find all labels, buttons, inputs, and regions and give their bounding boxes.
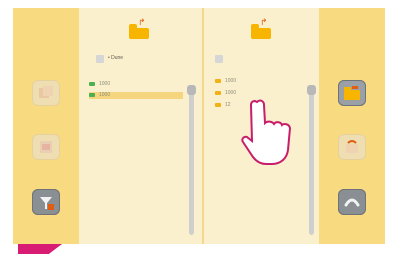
file-icon: [89, 81, 95, 86]
back-icon: [344, 198, 360, 207]
back-button[interactable]: [338, 189, 366, 215]
left-item-2-label: 1000: [99, 92, 111, 98]
right-button-column: [319, 8, 385, 244]
device-icon: [96, 55, 104, 63]
filter-button[interactable]: [32, 189, 60, 215]
copy-button[interactable]: [32, 80, 60, 106]
restore-icon: [346, 140, 358, 153]
open-folder-icon: [344, 86, 360, 100]
right-item-2-label: 1000: [225, 90, 237, 96]
left-header-label: • Dune: [108, 55, 124, 61]
device-icon: [215, 55, 223, 63]
copy-icon: [39, 86, 53, 98]
delete-icon: [40, 141, 52, 153]
file-icon: [89, 92, 95, 97]
folder-icon: [215, 102, 221, 107]
touch-hand-icon: [241, 99, 292, 165]
right-scrollbar[interactable]: [307, 85, 316, 235]
left-item-1-label: 1000: [99, 81, 111, 87]
right-item-3-label: 12: [225, 102, 231, 108]
folder-icon: [215, 78, 221, 83]
left-item-2[interactable]: 1000: [89, 92, 183, 99]
filter-icon: [40, 197, 54, 210]
left-scrollbar[interactable]: [187, 85, 196, 235]
delete-button[interactable]: [32, 134, 60, 160]
folder-icon: [215, 90, 221, 95]
right-folder-up-icon[interactable]: ↱: [251, 18, 271, 39]
left-scroll-thumb[interactable]: [187, 85, 196, 95]
left-file-pane: ↱ • Dune 1000 1000: [79, 8, 202, 244]
device-screen: ↱ • Dune 1000 1000 ↱ 1000 1000 12: [13, 8, 385, 244]
right-item-1-label: 1000: [225, 78, 237, 84]
right-scroll-thumb[interactable]: [307, 85, 316, 95]
restore-button[interactable]: [338, 134, 366, 160]
open-folder-button[interactable]: [338, 80, 366, 106]
left-folder-up-icon[interactable]: ↱: [129, 18, 149, 39]
left-item-1[interactable]: 1000: [89, 81, 183, 88]
left-button-column: [13, 8, 79, 244]
right-item-1[interactable]: 1000: [215, 78, 285, 85]
